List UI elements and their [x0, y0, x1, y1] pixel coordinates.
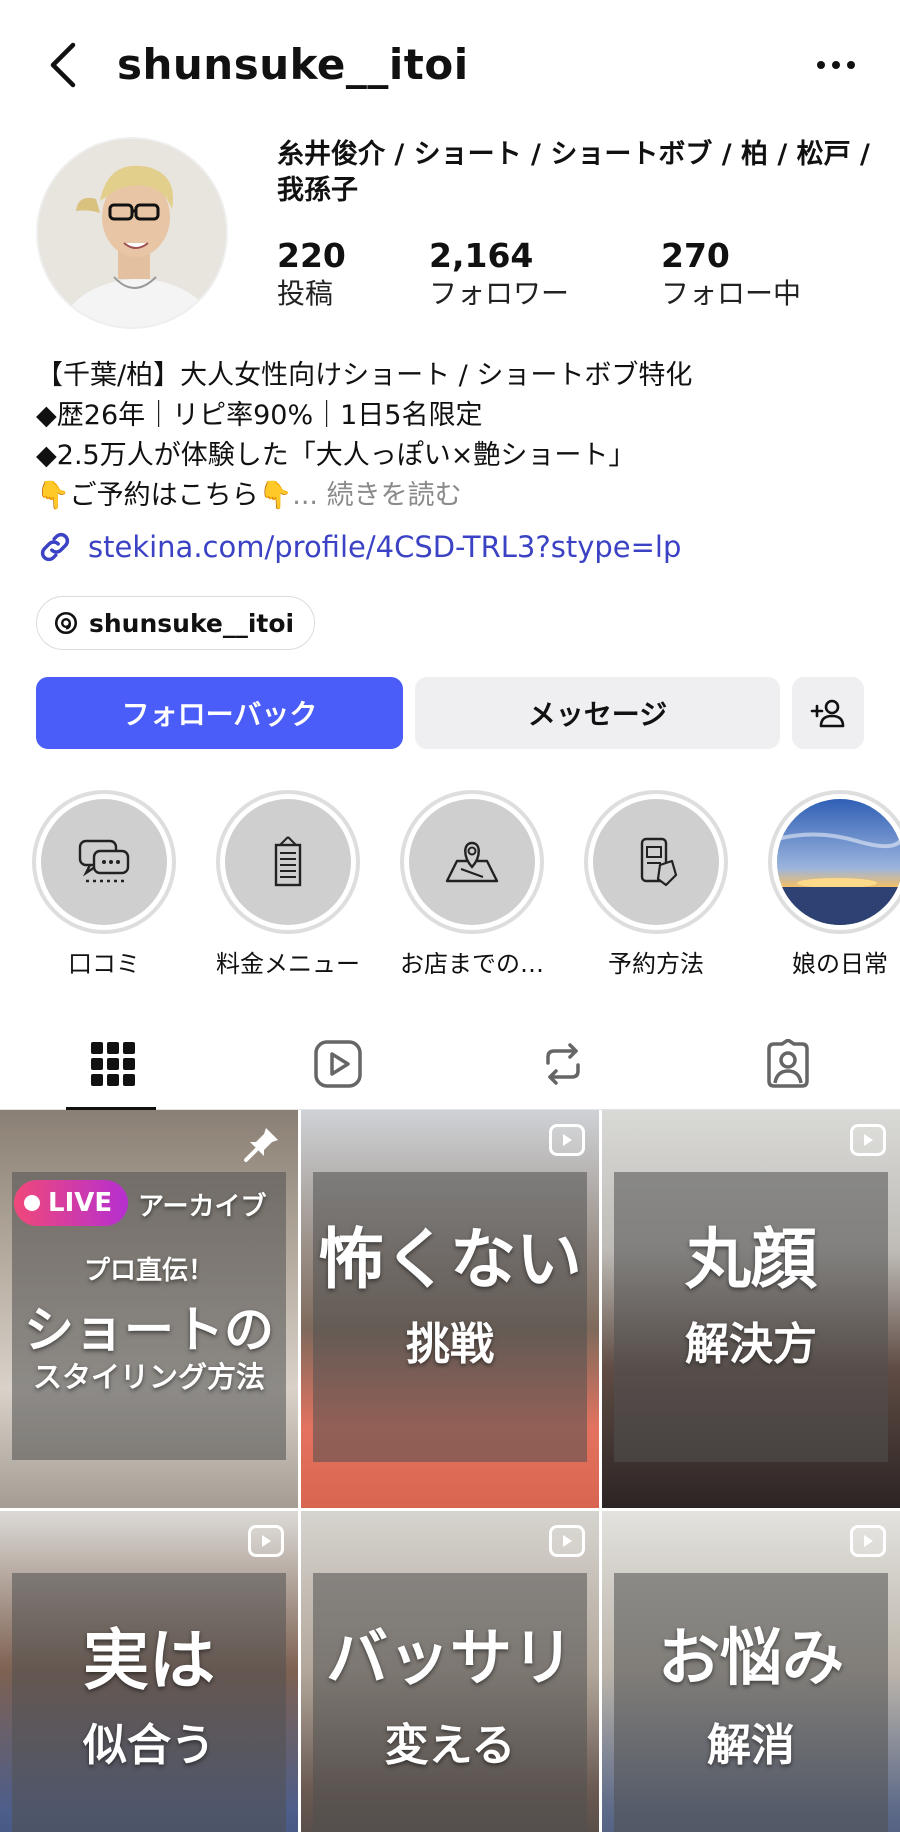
avatar[interactable] [36, 137, 228, 329]
profile-stats: 220 投稿 2,164 フォロワー 270 フォロー中 [277, 236, 877, 316]
post-tile[interactable]: 怖くない 挑戦 [301, 1110, 599, 1508]
highlight-label: 娘の日常 [792, 950, 888, 978]
repost-icon [545, 1043, 580, 1085]
post-caption-line1: プロ直伝！ [83, 1256, 214, 1286]
post-caption-line1: 怖くない [318, 1221, 582, 1298]
price-list-icon [274, 836, 302, 887]
posts-count-value: 220 [277, 236, 346, 275]
back-button[interactable] [40, 38, 84, 92]
highlight-label: 料金メニュー [216, 950, 360, 978]
highlight-directions[interactable]: お店までの… [397, 790, 547, 980]
post-tile[interactable]: 丸顔 解決方 [602, 1110, 900, 1508]
follow-back-button[interactable]: フォローバック [36, 677, 403, 749]
story-highlights: 口コミ 料金メニュー お店までの… 予約方法 娘の日常 [0, 790, 900, 980]
speech-bubble-icon [78, 839, 130, 883]
tab-posts-grid[interactable] [0, 1018, 225, 1111]
pin-icon [244, 1128, 278, 1162]
tagged-icon [766, 1039, 809, 1088]
post-caption-line2: ショートの [24, 1301, 274, 1359]
highlight-label: 口コミ [68, 950, 140, 978]
threads-badge[interactable]: shunsuke__itoi [36, 596, 316, 650]
bio-line: ◆歴26年｜リピ率90%｜1日5名限定 [36, 400, 483, 431]
highlight-reviews[interactable]: 口コミ [29, 790, 179, 980]
followers-count-value: 2,164 [429, 236, 534, 275]
live-badge: LIVE [14, 1180, 129, 1226]
post-caption-line1: 丸顔 [685, 1221, 817, 1298]
highlight-ring [32, 790, 176, 934]
reel-indicator-icon [248, 1525, 284, 1557]
link-icon [40, 532, 70, 562]
highlight-label: お店までの… [400, 950, 544, 978]
profile-link[interactable]: stekina.com/profile/4CSD-TRL3?stype=lp [36, 524, 681, 570]
phone-booking-icon [640, 837, 678, 887]
posts-grid: LIVE アーカイブ プロ直伝！ ショートの スタイリング方法 怖くない 挑戦 … [0, 1110, 900, 1832]
following-count-value: 270 [661, 236, 730, 275]
post-caption-line2: 似合う [83, 1720, 215, 1771]
threads-handle: shunsuke__itoi [89, 608, 295, 638]
post-caption-line2: 変える [384, 1720, 516, 1771]
post-tile[interactable]: お悩み 解消 [602, 1511, 900, 1832]
followers-count-label: フォロワー [429, 277, 570, 310]
posts-count[interactable]: 220 投稿 [277, 236, 346, 312]
reel-indicator-icon [850, 1124, 886, 1156]
post-caption-line1: お悩み [657, 1621, 844, 1694]
read-more-link[interactable]: 続きを読む [327, 480, 462, 511]
archive-label: アーカイブ [138, 1192, 267, 1222]
highlight-ring [584, 790, 728, 934]
sunset-photo [777, 799, 900, 925]
highlight-ring [216, 790, 360, 934]
profile-header: shunsuke__itoi [0, 0, 900, 125]
display-name: 糸井俊介 / ショート / ショートボブ / 柏 / 松戸 / 我孫子 [277, 139, 870, 206]
post-caption-line2: 解消 [707, 1720, 795, 1771]
map-pin-icon [445, 841, 499, 883]
link-text: stekina.com/profile/4CSD-TRL3?stype=lp [88, 530, 682, 564]
following-count[interactable]: 270 フォロー中 [661, 236, 801, 312]
reels-icon [313, 1040, 362, 1088]
posts-count-label: 投稿 [277, 277, 334, 310]
action-buttons: フォローバック メッセージ [36, 677, 864, 749]
more-options-button[interactable] [808, 38, 864, 92]
post-caption-line1: バッサリ [325, 1621, 574, 1694]
following-count-label: フォロー中 [661, 277, 802, 310]
highlight-label: 予約方法 [608, 950, 704, 978]
post-caption-line2: 解決方 [685, 1319, 817, 1370]
message-button[interactable]: メッセージ [415, 677, 780, 749]
bio-line-last: 👇ご予約はこちら👇... 続きを読む [36, 476, 876, 516]
live-label: LIVE [48, 1188, 113, 1218]
bio-line: ◆2.5万人が体験した「大人っぽい×艶ショート」 [36, 440, 636, 471]
live-dot [24, 1195, 40, 1211]
bio: 【千葉/柏】大人女性向けショート / ショートボブ特化 ◆歴26年｜リピ率90%… [36, 356, 876, 516]
tab-tagged[interactable] [675, 1018, 900, 1110]
highlight-price-menu[interactable]: 料金メニュー [213, 790, 363, 980]
post-tile[interactable]: バッサリ 変える [301, 1511, 599, 1832]
post-caption-line2: 挑戦 [406, 1319, 494, 1370]
reel-indicator-icon [549, 1124, 585, 1156]
tab-reels[interactable] [225, 1018, 450, 1110]
bio-line: 【千葉/柏】大人女性向けショート / ショートボブ特化 [36, 360, 693, 391]
threads-icon [54, 611, 78, 635]
highlight-daughter[interactable]: 娘の日常 [765, 790, 900, 980]
post-caption-line1: 実は [83, 1622, 215, 1699]
profile-tabs [0, 1018, 900, 1111]
highlight-ring [768, 790, 900, 934]
reel-indicator-icon [549, 1525, 585, 1557]
page-title: shunsuke__itoi [117, 40, 469, 89]
post-tile[interactable]: 実は 似合う [0, 1511, 298, 1832]
highlight-booking[interactable]: 予約方法 [581, 790, 731, 980]
grid-icon [90, 1042, 135, 1086]
highlight-ring [400, 790, 544, 934]
bio-reservation-text: 👇ご予約はこちら👇 [36, 480, 293, 511]
followers-count[interactable]: 2,164 フォロワー [429, 236, 569, 312]
chevron-left-icon [50, 42, 76, 88]
reel-indicator-icon [850, 1525, 886, 1557]
post-tile[interactable]: LIVE アーカイブ プロ直伝！ ショートの スタイリング方法 [0, 1110, 298, 1508]
add-person-icon [810, 699, 845, 728]
post-caption-line3: スタイリング方法 [32, 1360, 265, 1394]
tab-reposts[interactable] [450, 1018, 675, 1110]
ellipsis: ... [292, 480, 318, 511]
add-user-button[interactable] [792, 677, 864, 749]
more-dots-icon [817, 61, 855, 69]
